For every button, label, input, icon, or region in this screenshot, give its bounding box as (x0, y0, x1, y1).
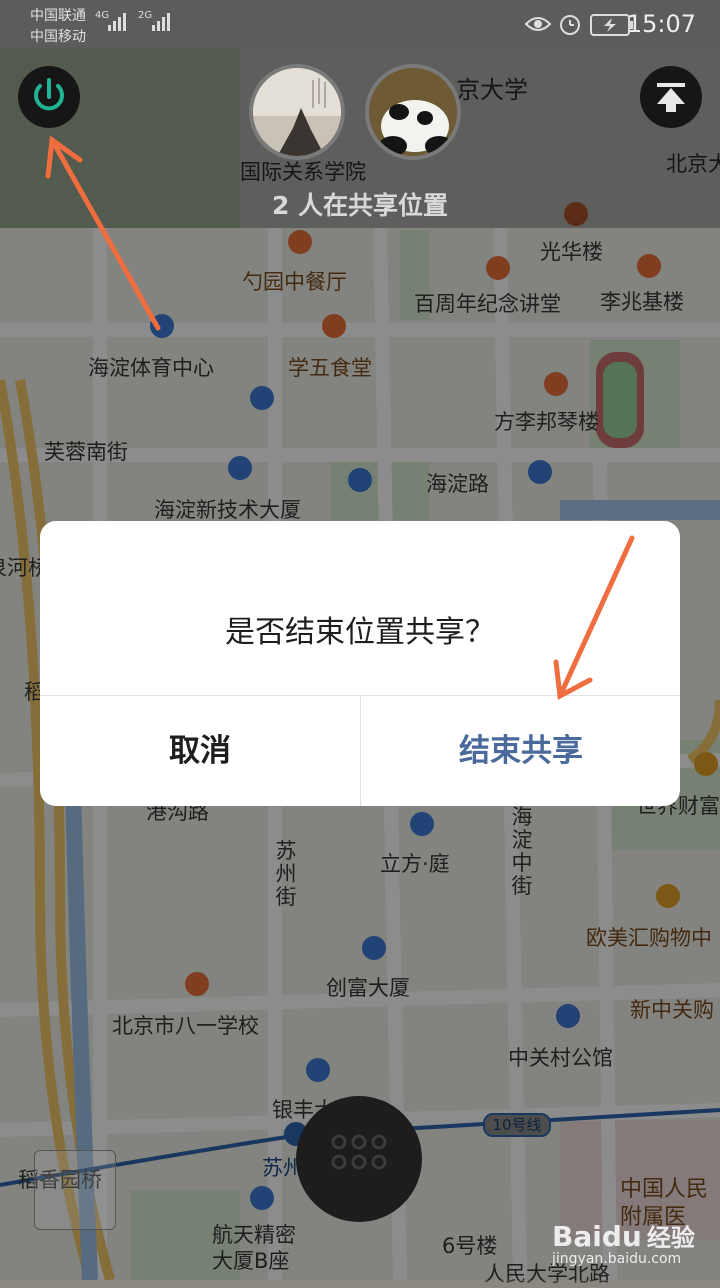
watermark-brand: Baidu (552, 1220, 642, 1253)
annotation-arrow-end-share (557, 535, 635, 699)
watermark-url: jingyan.baidu.com (552, 1251, 682, 1267)
watermark-product: 经验 (646, 1224, 695, 1252)
annotation-arrow-power (49, 137, 161, 331)
annotation-arrows (45, 135, 635, 700)
baidu-jingyan-watermark: Baidu 经验 jingyan.baidu.com (552, 1218, 695, 1267)
